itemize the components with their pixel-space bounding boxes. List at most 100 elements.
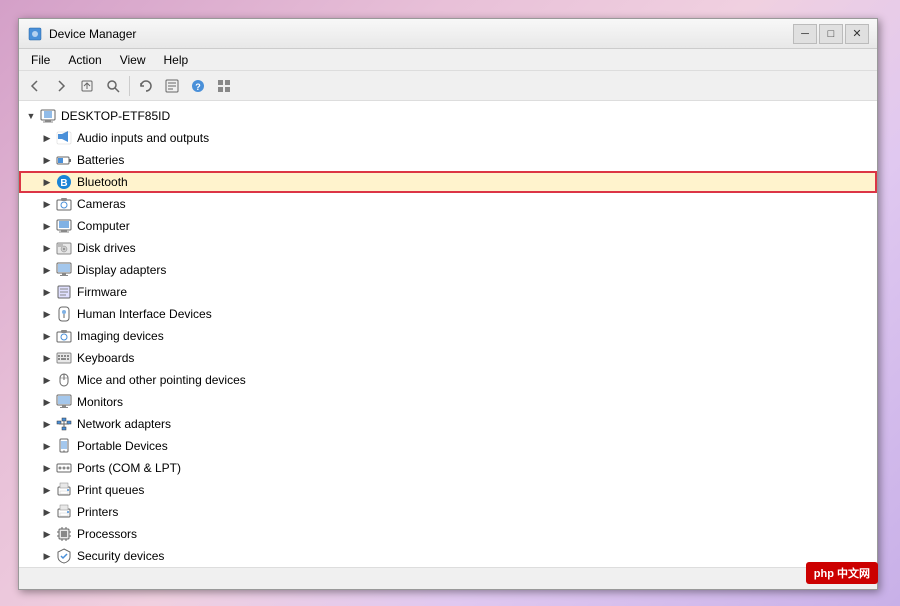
toolbar-separator <box>129 76 130 96</box>
printer-icon <box>55 503 73 521</box>
menu-action[interactable]: Action <box>60 51 109 69</box>
hid-icon <box>55 305 73 323</box>
item-chevron <box>39 262 55 278</box>
tree-item[interactable]: Printers <box>19 501 877 523</box>
item-label: Print queues <box>77 483 144 497</box>
toolbar-forward-button[interactable] <box>49 74 73 98</box>
item-label: Cameras <box>77 197 126 211</box>
item-chevron <box>39 306 55 322</box>
item-label: Keyboards <box>77 351 134 365</box>
tree-item[interactable]: Print queues <box>19 479 877 501</box>
computer-icon <box>39 107 57 125</box>
item-label: Processors <box>77 527 137 541</box>
toolbar-extra-button[interactable] <box>212 74 236 98</box>
toolbar-help-button[interactable]: ? <box>186 74 210 98</box>
item-chevron <box>39 218 55 234</box>
tree-item[interactable]: Batteries <box>19 149 877 171</box>
item-label: Firmware <box>77 285 127 299</box>
tree-item[interactable]: Display adapters <box>19 259 877 281</box>
tree-item[interactable]: Monitors <box>19 391 877 413</box>
item-label: Computer <box>77 219 130 233</box>
tree-item[interactable]: Audio inputs and outputs <box>19 127 877 149</box>
item-label: Disk drives <box>77 241 136 255</box>
item-label: Ports (COM & LPT) <box>77 461 181 475</box>
display-icon <box>55 261 73 279</box>
tree-root[interactable]: DESKTOP-ETF85ID <box>19 105 877 127</box>
item-label: Human Interface Devices <box>77 307 212 321</box>
tree-item[interactable]: Keyboards <box>19 347 877 369</box>
item-chevron <box>39 526 55 542</box>
print-icon <box>55 481 73 499</box>
device-manager-window: Device Manager ─ □ ✕ File Action View He… <box>18 18 878 590</box>
tree-item[interactable]: B Bluetooth <box>19 171 877 193</box>
tree-item[interactable]: Security devices <box>19 545 877 567</box>
item-chevron <box>39 328 55 344</box>
svg-text:?: ? <box>195 82 201 92</box>
tree-items: Audio inputs and outputs Batteries B Blueto… <box>19 127 877 567</box>
item-chevron <box>39 416 55 432</box>
toolbar-back-button[interactable] <box>23 74 47 98</box>
item-chevron <box>39 372 55 388</box>
battery-icon <box>55 151 73 169</box>
item-label: Bluetooth <box>77 175 128 189</box>
svg-text:B: B <box>60 178 67 189</box>
item-label: Imaging devices <box>77 329 164 343</box>
keyboard-icon <box>55 349 73 367</box>
tree-item[interactable]: Computer <box>19 215 877 237</box>
security-icon <box>55 547 73 565</box>
root-label: DESKTOP-ETF85ID <box>61 109 170 123</box>
toolbar-properties-button[interactable] <box>160 74 184 98</box>
computer-icon <box>55 217 73 235</box>
tree-item[interactable]: Disk drives <box>19 237 877 259</box>
title-bar: Device Manager ─ □ ✕ <box>19 19 877 49</box>
toolbar-up-button[interactable] <box>75 74 99 98</box>
maximize-button[interactable]: □ <box>819 24 843 44</box>
menu-file[interactable]: File <box>23 51 58 69</box>
window-controls: ─ □ ✕ <box>793 24 869 44</box>
item-label: Security devices <box>77 549 164 563</box>
toolbar-refresh-button[interactable] <box>134 74 158 98</box>
firmware-icon <box>55 283 73 301</box>
tree-item[interactable]: Human Interface Devices <box>19 303 877 325</box>
item-chevron <box>39 548 55 564</box>
minimize-button[interactable]: ─ <box>793 24 817 44</box>
cpu-icon <box>55 525 73 543</box>
item-label: Printers <box>77 505 118 519</box>
camera-icon <box>55 195 73 213</box>
toolbar: ? <box>19 71 877 101</box>
tree-item[interactable]: Cameras <box>19 193 877 215</box>
item-chevron <box>39 504 55 520</box>
tree-view[interactable]: DESKTOP-ETF85ID Audio inputs and outputs… <box>19 101 877 567</box>
item-label: Monitors <box>77 395 123 409</box>
toolbar-search-button[interactable] <box>101 74 125 98</box>
item-chevron <box>39 460 55 476</box>
network-icon <box>55 415 73 433</box>
item-label: Audio inputs and outputs <box>77 131 209 145</box>
tree-item[interactable]: Ports (COM & LPT) <box>19 457 877 479</box>
item-chevron <box>39 482 55 498</box>
disk-icon <box>55 239 73 257</box>
item-chevron <box>39 196 55 212</box>
tree-item[interactable]: Portable Devices <box>19 435 877 457</box>
tree-item[interactable]: Network adapters <box>19 413 877 435</box>
menu-bar: File Action View Help <box>19 49 877 71</box>
monitor-icon <box>55 393 73 411</box>
tree-item[interactable]: Mice and other pointing devices <box>19 369 877 391</box>
camera-icon <box>55 327 73 345</box>
tree-item[interactable]: Firmware <box>19 281 877 303</box>
window-title: Device Manager <box>49 27 793 41</box>
menu-help[interactable]: Help <box>156 51 197 69</box>
port-icon <box>55 459 73 477</box>
menu-view[interactable]: View <box>112 51 154 69</box>
bluetooth-icon: B <box>55 173 73 191</box>
tree-item[interactable]: Imaging devices <box>19 325 877 347</box>
item-chevron <box>39 284 55 300</box>
item-label: Display adapters <box>77 263 166 277</box>
item-chevron <box>39 152 55 168</box>
mouse-icon <box>55 371 73 389</box>
tree-item[interactable]: Processors <box>19 523 877 545</box>
item-chevron <box>39 174 55 190</box>
item-chevron <box>39 130 55 146</box>
item-chevron <box>39 394 55 410</box>
close-button[interactable]: ✕ <box>845 24 869 44</box>
